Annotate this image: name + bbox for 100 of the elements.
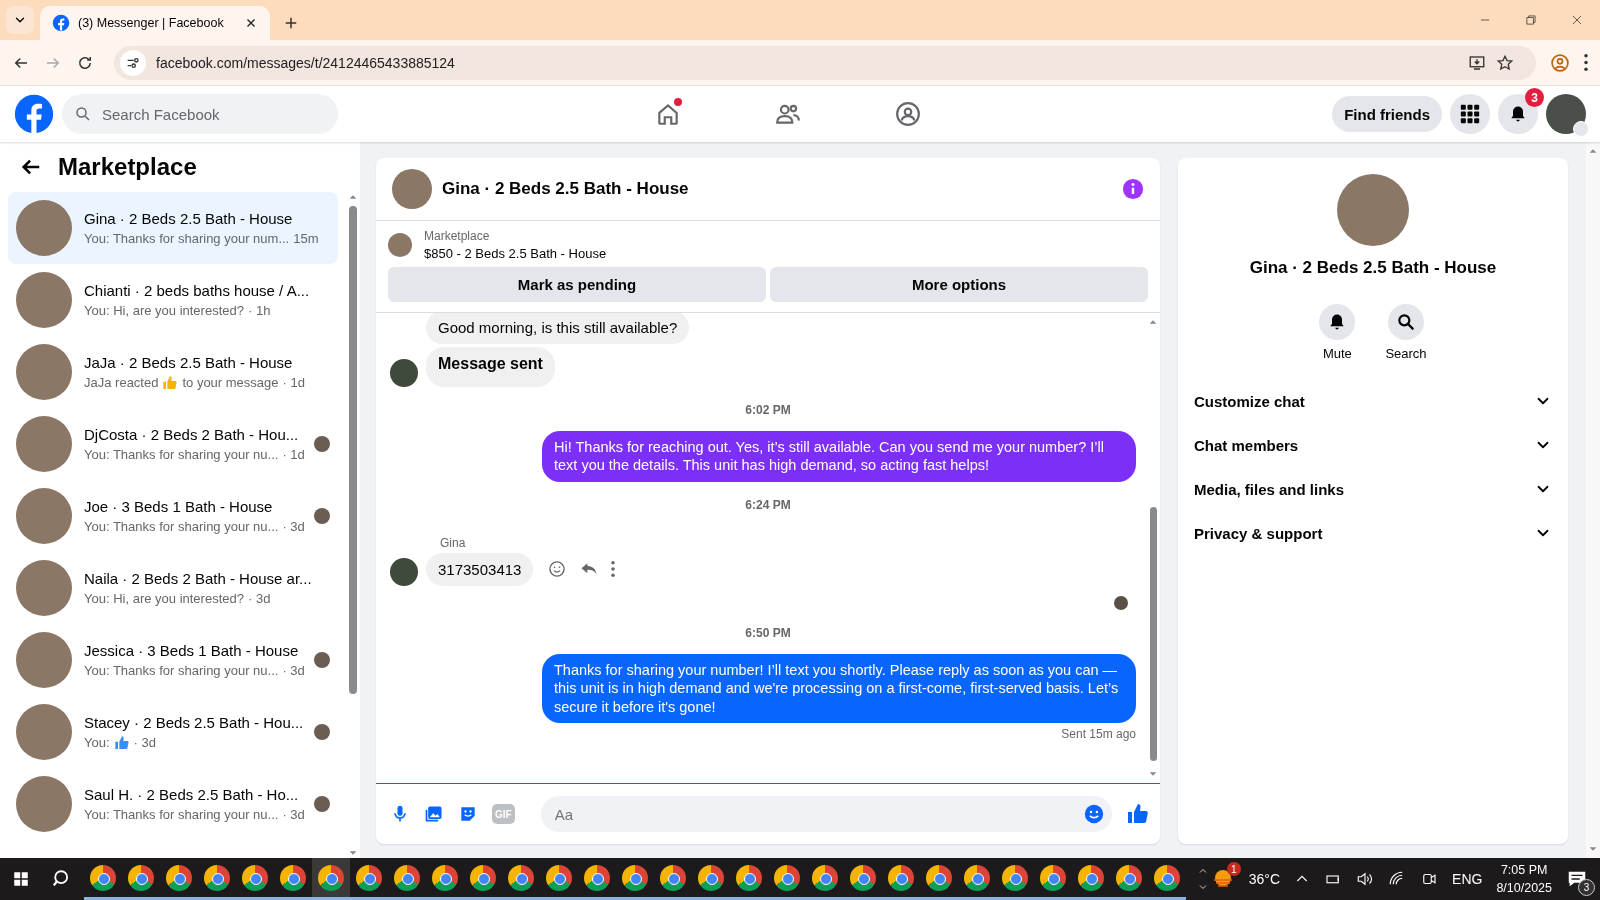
message-time: · 1d (282, 375, 305, 390)
listing-photo (16, 776, 72, 832)
listing-photo (16, 488, 72, 544)
listing-photo (16, 344, 72, 400)
profile-icon (1550, 52, 1570, 73)
notification-dot (674, 98, 682, 106)
listing-photo (388, 233, 412, 257)
tab-title: (3) Messenger | Facebook (78, 16, 225, 30)
message-time: 15m (293, 231, 319, 246)
conversation-item[interactable]: Gina · 2 Beds 2.5 Bath - House You: Thanks for sharing your num... 15m (8, 192, 338, 264)
message-preview: You: Thanks for sharing your nu... (84, 807, 279, 822)
smiley-icon (547, 559, 568, 580)
listing-photo (16, 416, 72, 472)
message-time: · 3d (282, 663, 305, 678)
listing-photo (392, 169, 432, 209)
close-icon (1570, 13, 1584, 27)
conversation-item[interactable]: Naila · 2 Beds 2 Bath - House ar... You: Hi, are you interested? · 3d (8, 552, 338, 624)
conversation-title: Chianti · 2 beds baths house / A... (84, 282, 311, 299)
browser-tab[interactable]: (3) Messenger | Facebook (40, 6, 270, 40)
search-input[interactable]: Search Facebook (100, 104, 326, 124)
clock-date: 8/10/2025 (1496, 880, 1552, 897)
listing-photo (16, 632, 72, 688)
sender-avatar (390, 359, 418, 387)
smiley-icon (1084, 804, 1104, 824)
conversation-item[interactable]: Chianti · 2 beds baths house / A... You: Hi, are you interested? · 1h (8, 264, 338, 336)
search-icon (74, 105, 92, 123)
message-bubble: Message sent (426, 347, 555, 387)
sender-name: Gina (440, 535, 467, 550)
message-bubble: Hi! Thanks for reaching out. Yes, it’s still available. Can you send me your number? I’ll text you the details. This unit has high demand, so acting fast helps! (542, 431, 1136, 482)
section-header[interactable]: Chat members (1186, 423, 1560, 467)
message-time: · 1h (247, 303, 271, 318)
conversation-title: Stacey · 2 Beds 2.5 Bath - Hou... (84, 713, 302, 731)
message-bubble: Good morning, is this still available? (426, 313, 690, 344)
search-field[interactable]: Search Facebook (62, 94, 338, 134)
sender-avatar (390, 557, 418, 586)
facebook-logo-icon (14, 94, 54, 134)
conversation-item[interactable]: Jessica · 3 Beds 1 Bath - House You: Thanks for sharing your nu... · 3d (8, 624, 338, 696)
temperature: 36°C (1248, 871, 1281, 887)
thumbs-up-icon (1126, 802, 1150, 826)
conversation-title: Jessica · 3 Beds 1 Bath - House (84, 642, 300, 659)
grid-icon (1460, 104, 1480, 124)
profile-avatar[interactable] (1546, 94, 1586, 134)
conversation-item[interactable]: Stacey · 2 Beds 2.5 Bath - Hou... You: · 3d (8, 696, 338, 768)
conversation-title: Saul H. · 2 Beds 2.5 Bath - Ho... (84, 786, 300, 803)
timestamp: 6:50 PM (744, 625, 792, 640)
conversation-title: DjCosta · 2 Beds 2 Bath - Hou... (84, 426, 300, 443)
chat-title: Gina · 2 Beds 2.5 Bath - House (442, 179, 690, 199)
speaker-icon (1356, 870, 1375, 888)
message-bubble: Thanks for sharing your number! I’ll text you shortly. Please reply as soon as you can — this unit is in high demand and we're processing on a first-come, first-served basis. Let’s secure it before it's gone! (542, 653, 1136, 724)
notification-badge: 3 (1525, 88, 1544, 107)
search-icon (1396, 312, 1416, 332)
message-input-field[interactable]: Aa (540, 796, 1112, 832)
taskbar-app[interactable] (311, 858, 350, 900)
conversation-title: JaJa · 2 Beds 2.5 Bath - House (84, 353, 294, 371)
message-bubble: 3173503413 (426, 552, 534, 586)
listing-photo (16, 704, 72, 760)
find-friends-button[interactable]: Find friends (1332, 96, 1442, 132)
menu-button[interactable] (1450, 94, 1490, 134)
listing-photo (16, 272, 72, 328)
sidebar-title: Marketplace (58, 153, 197, 181)
group-icon (895, 101, 921, 127)
notifications-button[interactable] (1498, 94, 1538, 134)
scrollbar-thumb[interactable] (1149, 507, 1157, 761)
kebab-menu-icon[interactable] (1584, 54, 1588, 71)
home-icon (655, 101, 681, 127)
listing-source: Marketplace (424, 229, 491, 243)
listing-action-button[interactable]: Mark as pending (388, 267, 766, 302)
message-preview: You: Thanks for sharing your nu... (84, 519, 279, 534)
message-input[interactable]: Aa (552, 804, 1084, 824)
conversation-item[interactable]: JaJa · 2 Beds 2.5 Bath - House JaJa reacted to your message · 1d (8, 336, 338, 408)
facebook-logo-icon (52, 14, 70, 32)
sticker-icon (458, 804, 478, 824)
conversation-item[interactable]: DjCosta · 2 Beds 2 Bath - Hou... You: Thanks for sharing your nu... · 1d (8, 408, 338, 480)
clock-time: 7:05 PM (1500, 861, 1548, 879)
listing-title: $850 - 2 Beds 2.5 Bath - House (424, 246, 607, 261)
message-preview: You: Hi, are you interested? (84, 303, 244, 318)
message-preview: You: Thanks for sharing your num... (84, 231, 290, 246)
listing-photo (16, 200, 72, 256)
listing-action-button[interactable]: More options (770, 267, 1148, 302)
conversation-item[interactable]: Joe · 3 Beds 1 Bath - House You: Thanks for sharing your nu... · 3d (8, 480, 338, 552)
conversation-item[interactable]: Saul H. · 2 Beds 2.5 Bath - Ho... You: Thanks for sharing your nu... · 3d (8, 768, 338, 840)
message-preview: You: Hi, are you interested? (84, 591, 244, 606)
message-time: · 3d (133, 735, 156, 750)
weather-badge: 1 (1226, 862, 1241, 876)
info-icon (1122, 178, 1144, 200)
section-header[interactable]: Media, files and links (1186, 467, 1560, 511)
star-icon (1496, 53, 1514, 72)
notification-count: 3 (1578, 879, 1595, 896)
listing-photo (16, 560, 72, 616)
input-language[interactable]: ENG (1452, 871, 1483, 887)
more-icon (611, 561, 616, 578)
section-header[interactable]: Customize chat (1186, 379, 1560, 423)
message-preview: JaJa reacted (84, 375, 159, 390)
timestamp: 6:02 PM (744, 403, 792, 417)
scrollbar-thumb[interactable] (349, 206, 357, 694)
message-preview: to your message (182, 375, 279, 390)
message-preview: You: Thanks for sharing your nu... (84, 447, 279, 462)
conversation-title: Naila · 2 Beds 2 Bath - House ar... (84, 570, 313, 587)
seen-avatar-icon (1114, 595, 1128, 610)
section-header[interactable]: Privacy & support (1186, 511, 1560, 555)
